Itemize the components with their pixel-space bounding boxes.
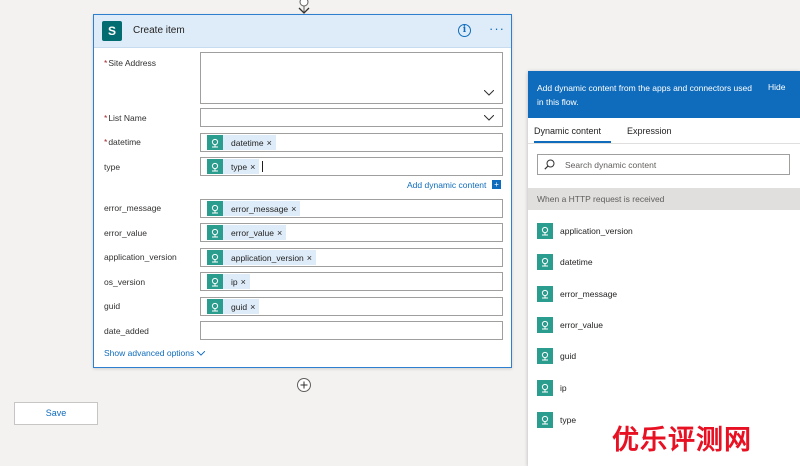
request-icon: [207, 159, 223, 174]
request-icon: [207, 225, 223, 240]
watermark: 优乐评测网: [612, 425, 752, 456]
token-application-version[interactable]: application_version ×: [207, 250, 317, 265]
type-field[interactable]: type ×: [200, 157, 503, 176]
search-placeholder: Search dynamic content: [565, 160, 657, 170]
request-icon: [207, 201, 223, 216]
token-datetime[interactable]: datetime ×: [207, 135, 276, 150]
add-dynamic-content-icon[interactable]: +: [492, 180, 501, 189]
section-title: When a HTTP request is received: [537, 194, 665, 204]
error-value-field[interactable]: error_value ×: [200, 223, 503, 242]
chevron-down-icon: [484, 90, 494, 96]
card-title: Create item: [133, 25, 185, 36]
token-remove-button[interactable]: ×: [241, 277, 250, 287]
field-label-error-message: error_message: [104, 203, 162, 213]
request-icon: [537, 348, 553, 364]
add-dynamic-content-link[interactable]: Add dynamic content: [407, 180, 486, 190]
dynamic-item-error-value[interactable]: error_value: [537, 317, 603, 333]
hide-button[interactable]: Hide: [768, 82, 785, 92]
application-version-field[interactable]: application_version ×: [200, 248, 503, 267]
field-label-os-version: os_version: [104, 277, 146, 287]
date-added-field[interactable]: [200, 321, 503, 340]
search-input[interactable]: Search dynamic content: [537, 154, 790, 175]
request-icon: [207, 250, 223, 265]
token-ip[interactable]: ip ×: [207, 274, 250, 289]
search-icon: [544, 159, 555, 170]
save-button[interactable]: Save: [14, 402, 98, 425]
token-remove-button[interactable]: ×: [277, 228, 286, 238]
token-type[interactable]: type ×: [207, 159, 260, 174]
request-icon: [537, 412, 553, 428]
section-header[interactable]: When a HTTP request is received: [528, 188, 800, 210]
token-guid[interactable]: guid ×: [207, 299, 260, 314]
request-icon: [537, 317, 553, 333]
connector-arrow-icon: [298, 0, 310, 14]
dynamic-item-type[interactable]: type: [537, 412, 576, 428]
request-icon: [537, 254, 553, 270]
field-label-guid: guid: [104, 301, 121, 311]
site-address-dropdown[interactable]: [200, 52, 503, 104]
field-label-datetime: *datetime: [104, 137, 141, 147]
field-label-date-added: date_added: [104, 326, 149, 336]
token-remove-button[interactable]: ×: [291, 204, 300, 214]
field-label-type: type: [104, 162, 121, 172]
chevron-down-icon: [196, 350, 205, 356]
token-remove-button[interactable]: ×: [250, 302, 259, 312]
tab-divider: [528, 143, 800, 144]
tab-expression[interactable]: Expression: [627, 126, 672, 136]
field-label-error-value: error_value: [104, 228, 147, 238]
request-icon: [207, 135, 223, 150]
error-message-field[interactable]: error_message ×: [200, 199, 503, 218]
add-step-plus-icon[interactable]: [296, 377, 312, 393]
request-icon: [537, 286, 553, 302]
tab-dynamic-content[interactable]: Dynamic content: [534, 126, 601, 136]
field-label-site-address: *Site Address: [104, 58, 157, 68]
sharepoint-logo-icon: S: [102, 21, 122, 41]
show-advanced-options-link[interactable]: Show advanced options: [104, 348, 205, 358]
dynamic-item-datetime[interactable]: datetime: [537, 254, 593, 270]
chevron-down-icon: [484, 115, 494, 121]
info-icon[interactable]: i: [458, 24, 471, 37]
request-icon: [207, 274, 223, 289]
token-remove-button[interactable]: ×: [250, 162, 259, 172]
guid-field[interactable]: guid ×: [200, 297, 503, 316]
dynamic-item-guid[interactable]: guid: [537, 348, 576, 364]
field-label-application-version: application_version: [104, 252, 177, 262]
dynamic-item-error-message[interactable]: error_message: [537, 286, 617, 302]
dynamic-item-ip[interactable]: ip: [537, 380, 567, 396]
token-error-message[interactable]: error_message ×: [207, 201, 301, 216]
panel-header-text: Add dynamic content from the apps and co…: [537, 83, 752, 107]
token-remove-button[interactable]: ×: [307, 253, 316, 263]
more-options-icon[interactable]: ···: [489, 21, 505, 36]
request-icon: [537, 223, 553, 239]
field-label-list-name: *List Name: [104, 113, 147, 123]
token-remove-button[interactable]: ×: [267, 138, 276, 148]
text-caret: [262, 161, 263, 172]
token-error-value[interactable]: error_value ×: [207, 225, 287, 240]
panel-header: Add dynamic content from the apps and co…: [528, 71, 800, 118]
dynamic-item-application-version[interactable]: application_version: [537, 223, 633, 239]
datetime-field[interactable]: datetime ×: [200, 133, 503, 152]
card-header[interactable]: S Create item i ···: [94, 15, 511, 48]
list-name-dropdown[interactable]: [200, 108, 503, 127]
create-item-card: S Create item i ··· *Site Address *List …: [93, 14, 512, 368]
request-icon: [207, 299, 223, 314]
dynamic-content-panel: Add dynamic content from the apps and co…: [528, 71, 800, 466]
request-icon: [537, 380, 553, 396]
os-version-field[interactable]: ip ×: [200, 272, 503, 291]
